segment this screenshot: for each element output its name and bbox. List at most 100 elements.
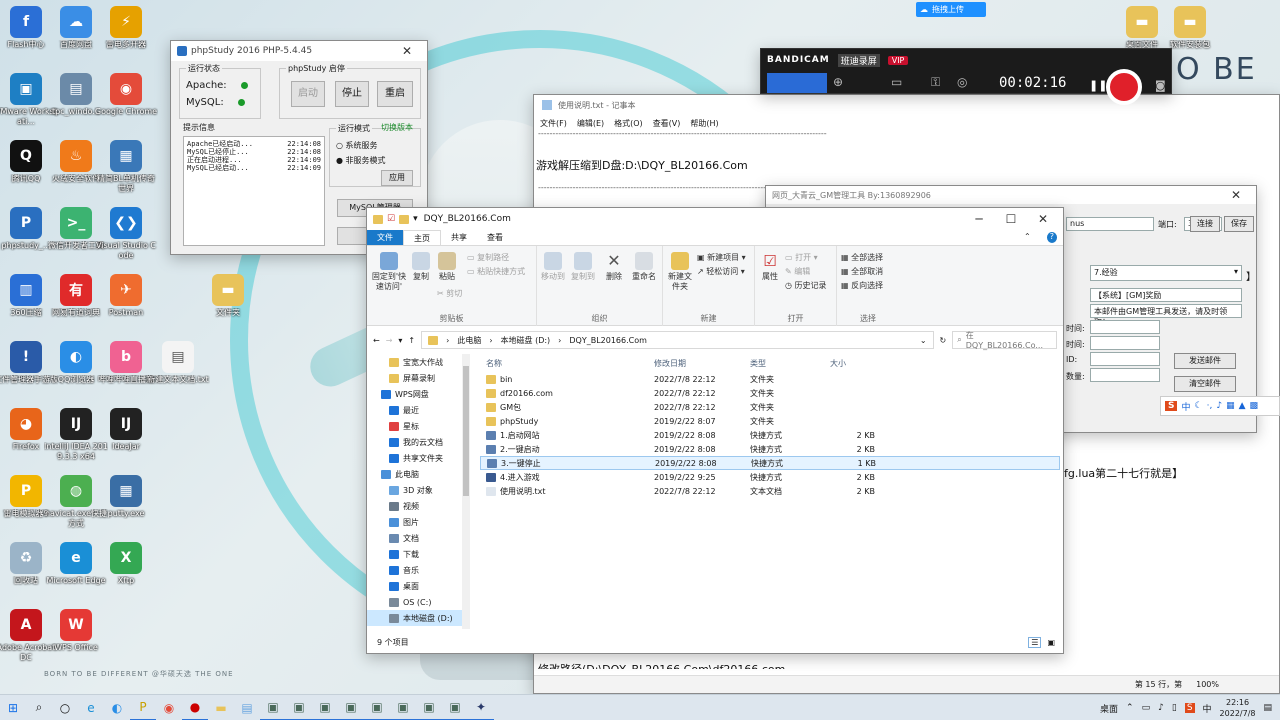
gm-save-button[interactable]: 保存 bbox=[1224, 216, 1254, 232]
new-folder-button[interactable]: 新建文件夹 bbox=[665, 252, 695, 292]
navigation-scrollbar[interactable] bbox=[462, 354, 470, 629]
address-bar[interactable]: › 此电脑 › 本地磁盘 (D:) › DQY_BL20166.Com ⌄ bbox=[421, 331, 934, 349]
taskbar-window-icon-5[interactable]: ▣ bbox=[364, 695, 390, 720]
taskbar-chrome-icon[interactable]: ◉ bbox=[156, 695, 182, 720]
chevron-down-icon[interactable]: ⌄ bbox=[920, 336, 927, 345]
cut-button[interactable]: ✂ 剪切 bbox=[437, 288, 462, 299]
column-name[interactable]: 名称 bbox=[480, 358, 654, 369]
bandicam-screen-mode-button[interactable] bbox=[767, 73, 827, 93]
column-size[interactable]: 大小 bbox=[830, 358, 875, 369]
breadcrumb-this-pc[interactable]: 此电脑 bbox=[457, 335, 481, 346]
nav-item[interactable]: 本地磁盘 (D:) bbox=[367, 610, 467, 626]
file-row[interactable]: 3.一键停止 2019/2/22 8:08 快捷方式 1 KB bbox=[480, 456, 1060, 470]
clock[interactable]: 22:16 2022/7/8 bbox=[1220, 697, 1256, 719]
file-row[interactable]: 1.启动网站 2019/2/22 8:08 快捷方式 2 KB bbox=[480, 428, 1060, 442]
nav-item[interactable]: 最近 bbox=[367, 402, 467, 418]
move-to-button[interactable]: 移动到 bbox=[539, 252, 567, 282]
bandicam-record-button[interactable] bbox=[1106, 69, 1142, 105]
desktop-icon[interactable]: ▦ putty.exe bbox=[94, 475, 158, 519]
delete-button[interactable]: ✕ 删除 bbox=[601, 252, 627, 282]
pause-icon[interactable]: ❚❚ bbox=[1089, 79, 1107, 92]
paste-shortcut-button[interactable]: ▭ 粘贴快捷方式 bbox=[467, 266, 525, 277]
nav-item[interactable]: OS (C:) bbox=[367, 594, 467, 610]
taskbar-window-icon-7[interactable]: ▣ bbox=[416, 695, 442, 720]
nav-item[interactable]: 屏幕录制 bbox=[367, 370, 467, 386]
upload-button[interactable]: ☁ 拖拽上传 bbox=[916, 2, 986, 17]
desktop-icon-text-doc[interactable]: ▤ 新建文本文档.txt bbox=[146, 341, 210, 385]
nav-item[interactable]: 星标 bbox=[367, 418, 467, 434]
copy-button[interactable]: 复制 bbox=[409, 252, 433, 282]
gamepad-icon[interactable]: ⊕ bbox=[833, 75, 843, 89]
phpstudy-start-button[interactable]: 启动 bbox=[291, 81, 325, 107]
menu-file[interactable]: 文件(F) bbox=[540, 118, 567, 129]
taskbar-notepad-icon[interactable]: ▤ bbox=[234, 695, 260, 720]
minimize-icon[interactable]: ─ bbox=[965, 212, 993, 226]
taskbar-window-icon-6[interactable]: ▣ bbox=[390, 695, 416, 720]
search-icon[interactable]: ⌕ bbox=[26, 695, 52, 720]
close-icon[interactable]: ✕ bbox=[1029, 212, 1057, 226]
tray-overflow-icon[interactable]: ⌃ bbox=[1126, 703, 1134, 713]
menu-format[interactable]: 格式(O) bbox=[614, 118, 643, 129]
menu-edit[interactable]: 编辑(E) bbox=[577, 118, 604, 129]
taskbar-phpstudy-icon[interactable]: P bbox=[130, 695, 156, 720]
edit-button[interactable]: ✎ 编辑 bbox=[785, 266, 810, 277]
rename-button[interactable]: 重命名 bbox=[629, 252, 659, 282]
nav-item[interactable]: 音乐 bbox=[367, 562, 467, 578]
gm-sender-field[interactable]: 【系统】[GM]奖励 bbox=[1090, 288, 1242, 302]
nav-item[interactable]: 我的云文档 bbox=[367, 434, 467, 450]
nav-item[interactable]: 桌面 bbox=[367, 578, 467, 594]
tab-share[interactable]: 共享 bbox=[441, 230, 477, 245]
gm-mail-content-field[interactable]: 本邮件由GM管理工具发送，请及时领取！ bbox=[1090, 304, 1242, 327]
camera-icon[interactable]: ◙ bbox=[1155, 79, 1166, 92]
open-button[interactable]: ▭ 打开 ▾ bbox=[785, 252, 818, 263]
mode-system-radio[interactable]: ○ 系统服务 bbox=[336, 140, 414, 151]
gm-id-field[interactable] bbox=[1090, 352, 1160, 366]
paste-button[interactable]: 粘贴 bbox=[435, 252, 459, 282]
details-view-icon[interactable]: ☰ bbox=[1028, 636, 1042, 648]
gm-clear-mail-button[interactable]: 清空邮件 bbox=[1174, 376, 1236, 392]
tray-desktop-label[interactable]: 桌面 bbox=[1100, 702, 1118, 715]
desktop-icon[interactable]: ✈ Postman bbox=[94, 274, 158, 318]
desktop-icon[interactable]: ▦ 精简BL单机传奇世界 bbox=[94, 140, 158, 194]
gm-type-select[interactable]: 7.经验 ▾ bbox=[1090, 265, 1242, 281]
taskbar-window-icon-1[interactable]: ▣ bbox=[260, 695, 286, 720]
properties-button[interactable]: ☑ 属性 bbox=[757, 252, 783, 282]
nav-item[interactable]: 图片 bbox=[367, 514, 467, 530]
bandicam-window[interactable]: BANDICAM 班迪录屏 VIP ⊕ ▭ ⚿ ◎ 00:02:16 ❚❚ ◙ bbox=[760, 48, 1172, 105]
menu-help[interactable]: 帮助(H) bbox=[690, 118, 718, 129]
nav-item[interactable]: 视频 bbox=[367, 498, 467, 514]
tray-ime-icon[interactable]: S bbox=[1184, 703, 1195, 713]
nav-item[interactable]: 下载 bbox=[367, 546, 467, 562]
tiles-view-icon[interactable]: ▣ bbox=[1047, 638, 1055, 647]
desktop-icon-folder[interactable]: ▬ 文件夹 bbox=[196, 274, 260, 318]
phpstudy-stop-button[interactable]: 停止 bbox=[335, 81, 369, 107]
taskbar-explorer-icon[interactable]: ▬ bbox=[208, 695, 234, 720]
back-icon[interactable]: ← bbox=[373, 336, 380, 345]
search-box[interactable]: ⌕ 在 DQY_BL20166.Co... bbox=[952, 331, 1057, 350]
desktop-icon[interactable]: ⚡ 雷电多开器 bbox=[94, 6, 158, 50]
desktop-icon[interactable]: ❮❯ Visual Studio Code bbox=[94, 207, 158, 261]
tab-view[interactable]: 查看 bbox=[477, 230, 513, 245]
lock-icon[interactable]: ⚿ bbox=[931, 75, 940, 90]
taskbar-window-icon-3[interactable]: ▣ bbox=[312, 695, 338, 720]
properties-quick-icon[interactable]: ☑ bbox=[387, 214, 395, 224]
file-row[interactable]: 4.进入游戏 2019/2/22 9:25 快捷方式 2 KB bbox=[480, 470, 1060, 484]
select-none-button[interactable]: ▦ 全部取消 bbox=[841, 266, 883, 277]
file-row[interactable]: bin 2022/7/8 22:12 文件夹 bbox=[480, 372, 1060, 386]
notification-icon[interactable]: ▤ bbox=[1263, 703, 1272, 713]
file-row[interactable]: df20166.com 2022/7/8 22:12 文件夹 bbox=[480, 386, 1060, 400]
taskbar-browser-icon[interactable]: ◐ bbox=[104, 695, 130, 720]
gm-time-2-field[interactable] bbox=[1090, 336, 1160, 350]
recent-locations-icon[interactable]: ▾ bbox=[398, 336, 402, 345]
column-date[interactable]: 修改日期 bbox=[654, 358, 750, 369]
scrollbar-thumb[interactable] bbox=[463, 366, 469, 496]
copy-to-button[interactable]: 复制到 bbox=[569, 252, 597, 282]
file-row[interactable]: GM包 2022/7/8 22:12 文件夹 bbox=[480, 400, 1060, 414]
task-view-icon[interactable]: ○ bbox=[52, 695, 78, 720]
close-icon[interactable]: ✕ bbox=[393, 44, 421, 58]
pin-button[interactable]: 固定到'快速访问' bbox=[371, 252, 407, 292]
maximize-icon[interactable]: ☐ bbox=[997, 212, 1025, 226]
desktop-icon-folder-2[interactable]: ▬ 软件安装包 bbox=[1158, 6, 1222, 50]
file-row[interactable]: phpStudy 2019/2/22 8:07 文件夹 bbox=[480, 414, 1060, 428]
file-row[interactable]: 2.一键启动 2019/2/22 8:08 快捷方式 2 KB bbox=[480, 442, 1060, 456]
